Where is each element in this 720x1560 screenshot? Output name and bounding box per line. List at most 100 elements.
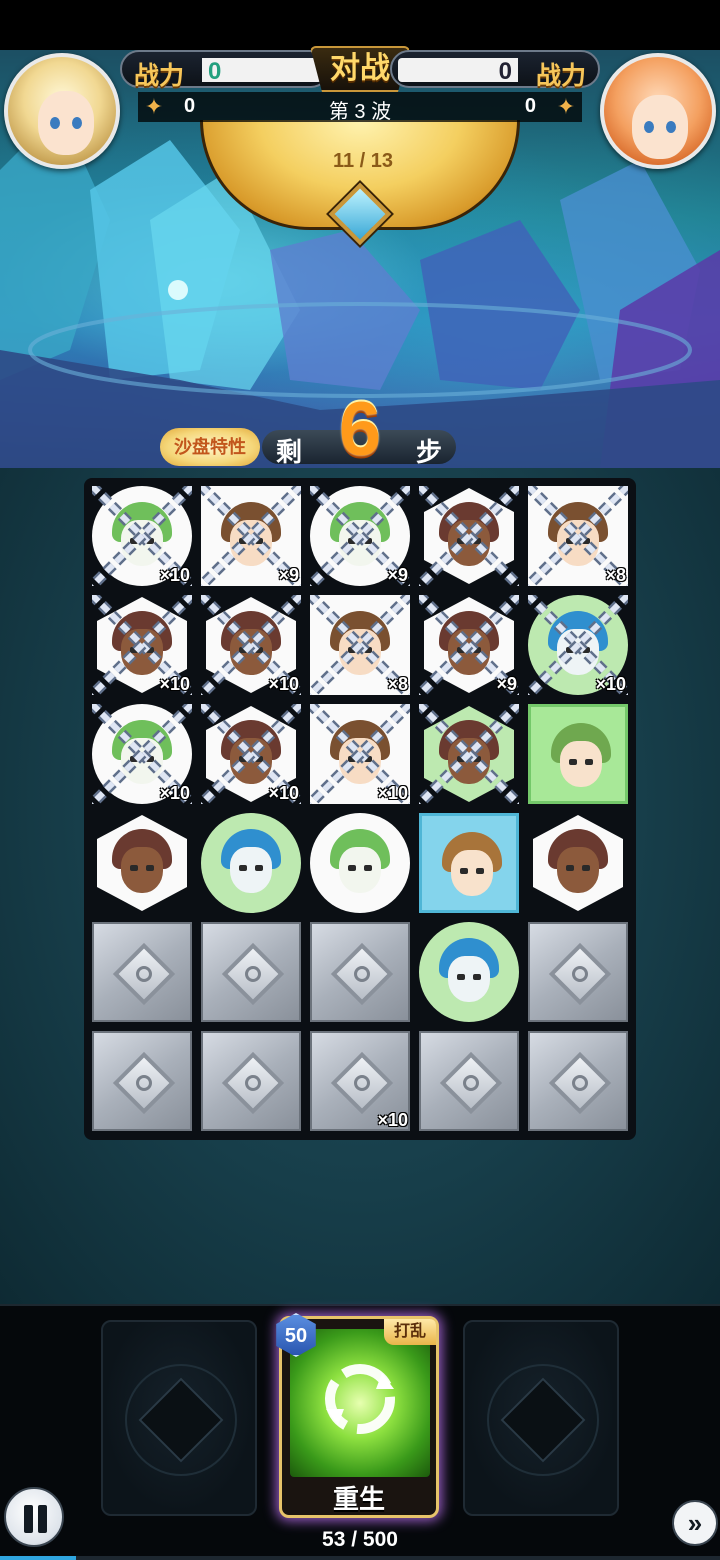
- eye-icon: [644, 121, 654, 133]
- stone-block-tile[interactable]: [528, 922, 628, 1022]
- hero-tile-boar[interactable]: ×10: [201, 704, 301, 804]
- tile-count-label: ×9: [496, 674, 517, 694]
- tile-count-label: ×10: [377, 783, 408, 803]
- opponent-avatar-face: [632, 95, 688, 159]
- hero-tile-brown[interactable]: ×8: [528, 486, 628, 586]
- blue-hero-face-icon: [548, 611, 608, 679]
- hero-tile-blue[interactable]: ×10: [528, 595, 628, 695]
- opponent-avatar[interactable]: [600, 53, 716, 169]
- opponent-star-count: 0: [524, 95, 536, 117]
- rune-icon: [548, 942, 612, 1006]
- hero-tile-boar[interactable]: [419, 486, 519, 586]
- hero-tile-green[interactable]: ×10: [92, 486, 192, 586]
- player-power-label: 战力: [134, 62, 185, 90]
- skill-slot-empty-right[interactable]: [463, 1320, 619, 1516]
- sandbox-trait-button[interactable]: 沙盘特性: [160, 428, 260, 466]
- boar-hero-face-icon: [112, 611, 172, 679]
- hero-tile-boar[interactable]: [419, 704, 519, 804]
- stone-block-tile[interactable]: [92, 1031, 192, 1131]
- hero-tile-blue[interactable]: [201, 813, 301, 913]
- hero-tile-boar[interactable]: ×10: [92, 595, 192, 695]
- hero-tile-brown[interactable]: ×9: [201, 486, 301, 586]
- boar-hero-face-icon: [439, 720, 499, 788]
- rune-icon: [548, 1051, 612, 1115]
- stone-block-tile[interactable]: [92, 922, 192, 1022]
- stone-block-tile[interactable]: [201, 922, 301, 1022]
- tile-count-label: ×10: [159, 565, 190, 585]
- rune-icon: [221, 1051, 285, 1115]
- hero-tile-green[interactable]: ×9: [310, 486, 410, 586]
- brown-hero-face-icon: [221, 502, 281, 570]
- opponent-star-icon: ✦: [556, 94, 576, 119]
- steps-prefix: 剩: [276, 437, 303, 467]
- skill-card-rebirth[interactable]: 50 打乱 重生: [276, 1313, 439, 1518]
- player-power-value: 0: [208, 58, 222, 85]
- steps-remaining-count: 6: [338, 387, 382, 472]
- boar-hero-face-icon: [439, 502, 499, 570]
- energy-progress-bar: [0, 1556, 720, 1560]
- eye-icon: [666, 121, 676, 133]
- tile-count-label: ×10: [159, 674, 190, 694]
- boar-hero-face-icon: [221, 720, 281, 788]
- tile-count-label: ×10: [377, 1110, 408, 1130]
- tile-count-label: ×10: [159, 783, 190, 803]
- hero-tile-boar[interactable]: [528, 813, 628, 913]
- player-avatar[interactable]: [4, 53, 120, 169]
- steps-suffix: 步: [415, 437, 442, 467]
- hero-tile-blue[interactable]: [419, 922, 519, 1022]
- rune-icon: [330, 942, 394, 1006]
- skill-slot-empty-left[interactable]: [101, 1320, 257, 1516]
- hero-tile-fox[interactable]: [419, 813, 519, 913]
- stone-block: [528, 1031, 628, 1131]
- pause-icon: [38, 1505, 47, 1533]
- pause-button[interactable]: [4, 1487, 64, 1547]
- rune-icon: [112, 1051, 176, 1115]
- hero-tile-green[interactable]: ×10: [92, 704, 192, 804]
- stone-block-tile[interactable]: [419, 1031, 519, 1131]
- green-hero-face-icon: [112, 502, 172, 570]
- stone-block: [201, 1031, 301, 1131]
- hero-tile-brown[interactable]: ×8: [310, 595, 410, 695]
- tile-count-label: ×10: [268, 783, 299, 803]
- hero-tile-brown[interactable]: ×10: [310, 704, 410, 804]
- skill-art: [290, 1329, 430, 1477]
- hero-tile-boar[interactable]: ×10: [201, 595, 301, 695]
- wave-label: 第 3 波: [328, 101, 392, 123]
- player-avatar-face: [38, 91, 94, 155]
- tile-count-label: ×10: [268, 674, 299, 694]
- hero-tile-cat[interactable]: [528, 704, 628, 804]
- stone-block: [310, 922, 410, 1022]
- tile-count-label: ×9: [387, 565, 408, 585]
- player-power-pill: 战力 0: [120, 50, 330, 90]
- blue-hero-face-icon: [439, 938, 499, 1006]
- energy-progress-fill: [0, 1556, 77, 1560]
- opponent-power-value: 0: [498, 58, 512, 85]
- stone-block-tile[interactable]: [201, 1031, 301, 1131]
- stone-block-tile[interactable]: ×10: [310, 1031, 410, 1131]
- stone-block: [201, 922, 301, 1022]
- tile-count-label: ×8: [605, 565, 626, 585]
- hero-tile-boar[interactable]: [92, 813, 192, 913]
- blue-hero-face-icon: [221, 829, 281, 897]
- rune-icon: [330, 1051, 394, 1115]
- fast-forward-button[interactable]: »: [672, 1500, 718, 1546]
- eye-icon: [50, 117, 60, 129]
- hero-tile-boar[interactable]: ×9: [419, 595, 519, 695]
- hero-tile-green[interactable]: [310, 813, 410, 913]
- brown-hero-face-icon: [330, 611, 390, 679]
- stone-block-tile[interactable]: [528, 1031, 628, 1131]
- cat-hero-face-icon: [551, 723, 611, 791]
- rune-icon: [221, 942, 285, 1006]
- tile-count-label: ×8: [387, 674, 408, 694]
- rune-icon: [439, 1051, 503, 1115]
- boar-hero-face-icon: [439, 611, 499, 679]
- opponent-power-pill: 战力 0: [390, 50, 600, 90]
- skill-name: 重生: [332, 1484, 385, 1514]
- brown-hero-face-icon: [548, 502, 608, 570]
- brown-hero-face-icon: [330, 720, 390, 788]
- opponent-power-label: 战力: [535, 62, 586, 90]
- stone-block-tile[interactable]: [310, 922, 410, 1022]
- stone-block: [92, 922, 192, 1022]
- boar-hero-face-icon: [221, 611, 281, 679]
- stone-block: [92, 1031, 192, 1131]
